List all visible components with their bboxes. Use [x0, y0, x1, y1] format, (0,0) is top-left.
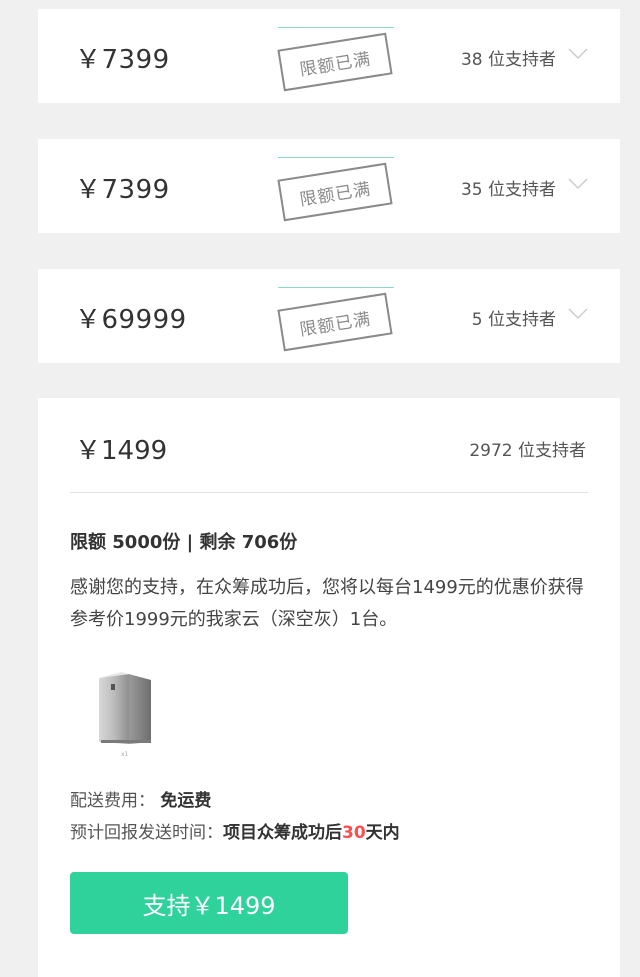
sold-out-stamp: 限额已满	[276, 157, 394, 222]
limit-text: 限额 5000份 | 剩余 706份	[70, 532, 298, 553]
delivery-days: 30	[342, 823, 366, 843]
tier-price: ￥7399	[75, 45, 170, 75]
divider	[70, 492, 588, 493]
support-button[interactable]: 支持￥1499	[70, 872, 348, 934]
chevron-down-icon[interactable]	[568, 307, 588, 321]
tier-backers: 35 位支持者	[460, 180, 556, 200]
tier-price: ￥69999	[75, 305, 187, 335]
reward-description: 感谢您的支持，在众筹成功后，您将以每台1499元的优惠价获得参考价1999元的我…	[70, 577, 584, 630]
sold-out-stamp: 限额已满	[276, 287, 394, 352]
tier-backers: 38 位支持者	[460, 50, 556, 70]
shipping-label: 配送费用：	[70, 791, 155, 811]
reward-tier[interactable]: ￥7399 限额已满 38 位支持者	[38, 9, 620, 103]
delivery-time-prefix: 项目众筹成功后	[223, 823, 342, 843]
delivery-time-label: 预计回报发送时间：	[70, 823, 223, 843]
svg-text:x1: x1	[121, 751, 129, 758]
sold-out-stamp: 限额已满	[276, 27, 394, 92]
delivery-time-suffix: 天内	[365, 823, 400, 843]
reward-tier[interactable]: ￥69999 限额已满 5 位支持者	[38, 269, 620, 363]
reward-tier-open: ￥1499 2972 位支持者 限额 5000份 | 剩余 706份 感谢您的支…	[38, 398, 620, 977]
chevron-down-icon[interactable]	[568, 177, 588, 191]
chevron-down-icon[interactable]	[568, 47, 588, 61]
tier-price: ￥1499	[75, 436, 168, 466]
delivery-time: 预计回报发送时间：项目众筹成功后30天内	[70, 818, 400, 843]
tier-price: ￥7399	[75, 175, 170, 205]
tier-backers: 2972 位支持者	[469, 441, 586, 461]
shipping-info: 配送费用： 免运费	[70, 786, 211, 811]
product-image: x1	[99, 672, 151, 758]
shipping-value: 免运费	[160, 791, 212, 811]
reward-tier[interactable]: ￥7399 限额已满 35 位支持者	[38, 139, 620, 233]
tier-backers: 5 位支持者	[471, 310, 556, 330]
